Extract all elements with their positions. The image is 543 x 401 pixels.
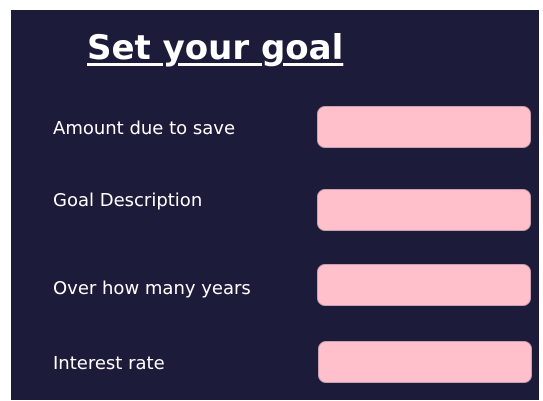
goal-form-panel: Set your goal Amount due to save Goal De… <box>11 10 539 400</box>
interest-rate-input[interactable] <box>318 341 532 383</box>
years-input[interactable] <box>317 264 531 306</box>
page-title: Set your goal <box>87 28 344 68</box>
goal-description-label: Goal Description <box>53 190 203 211</box>
amount-due-label: Amount due to save <box>53 118 236 139</box>
goal-description-input[interactable] <box>317 189 531 231</box>
years-label: Over how many years <box>53 278 251 299</box>
interest-rate-label: Interest rate <box>53 353 165 374</box>
amount-due-input[interactable] <box>317 106 531 148</box>
